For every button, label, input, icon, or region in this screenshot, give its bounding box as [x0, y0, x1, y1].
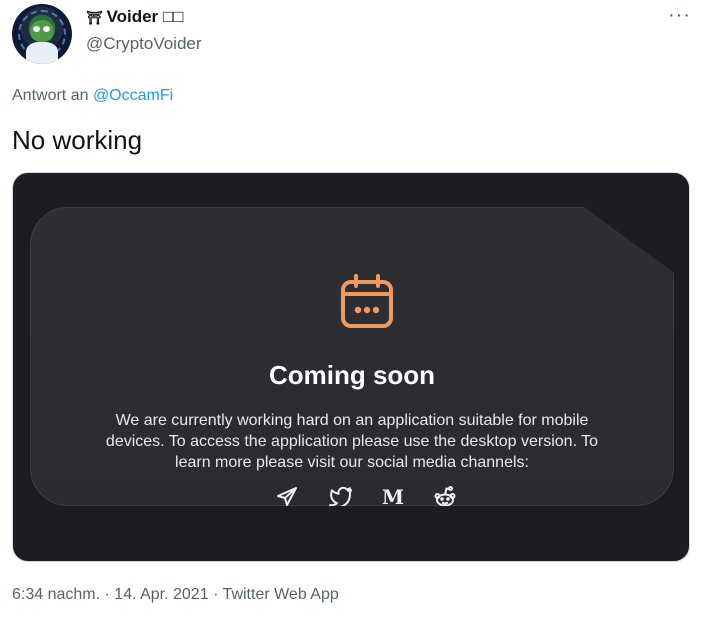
medium-icon[interactable]: M — [381, 485, 405, 506]
telegram-icon[interactable] — [275, 485, 299, 506]
author-handle[interactable]: @CryptoVoider — [86, 34, 202, 54]
coming-soon-title: Coming soon — [268, 360, 436, 390]
coming-soon-card: Coming soon We are currently working har… — [30, 207, 674, 506]
avatar-eye-right — [43, 26, 50, 32]
avatar-body — [26, 42, 58, 64]
reply-mention-link[interactable]: @OccamFi — [93, 87, 173, 104]
torii-icon: ⛩ — [86, 10, 103, 25]
twitter-icon[interactable] — [329, 485, 353, 506]
tweet-text: No working — [12, 125, 143, 155]
social-icons-row: M — [275, 485, 475, 506]
calendar-icon — [341, 274, 393, 328]
avatar-eye-left — [33, 26, 40, 32]
avatar-face — [30, 20, 54, 42]
coming-soon-description: We are currently working hard on an appl… — [105, 412, 599, 471]
reply-prefix: Antwort an — [12, 87, 89, 104]
reddit-icon[interactable] — [433, 485, 457, 506]
author-name-text: Voider — [106, 7, 159, 26]
tweet-time-link[interactable]: 6:34 nachm. — [12, 586, 100, 603]
avatar[interactable] — [12, 4, 72, 64]
author-name-suffix: □□ — [162, 7, 184, 26]
tweet-source-link[interactable]: Twitter Web App — [223, 586, 339, 603]
meta-separator: · — [104, 586, 110, 603]
tweet-metadata: 6:34 nachm. · 14. Apr. 2021 · Twitter We… — [12, 586, 339, 604]
meta-separator: · — [213, 586, 219, 603]
tweet-date-link[interactable]: 14. Apr. 2021 — [114, 586, 208, 603]
more-options-icon[interactable]: ··· — [668, 4, 691, 27]
author-display-name[interactable]: ⛩ Voider □□ — [86, 7, 183, 27]
tweet-media-image[interactable]: Coming soon We are currently working har… — [12, 172, 690, 562]
reply-context: Antwort an @OccamFi — [12, 87, 173, 105]
